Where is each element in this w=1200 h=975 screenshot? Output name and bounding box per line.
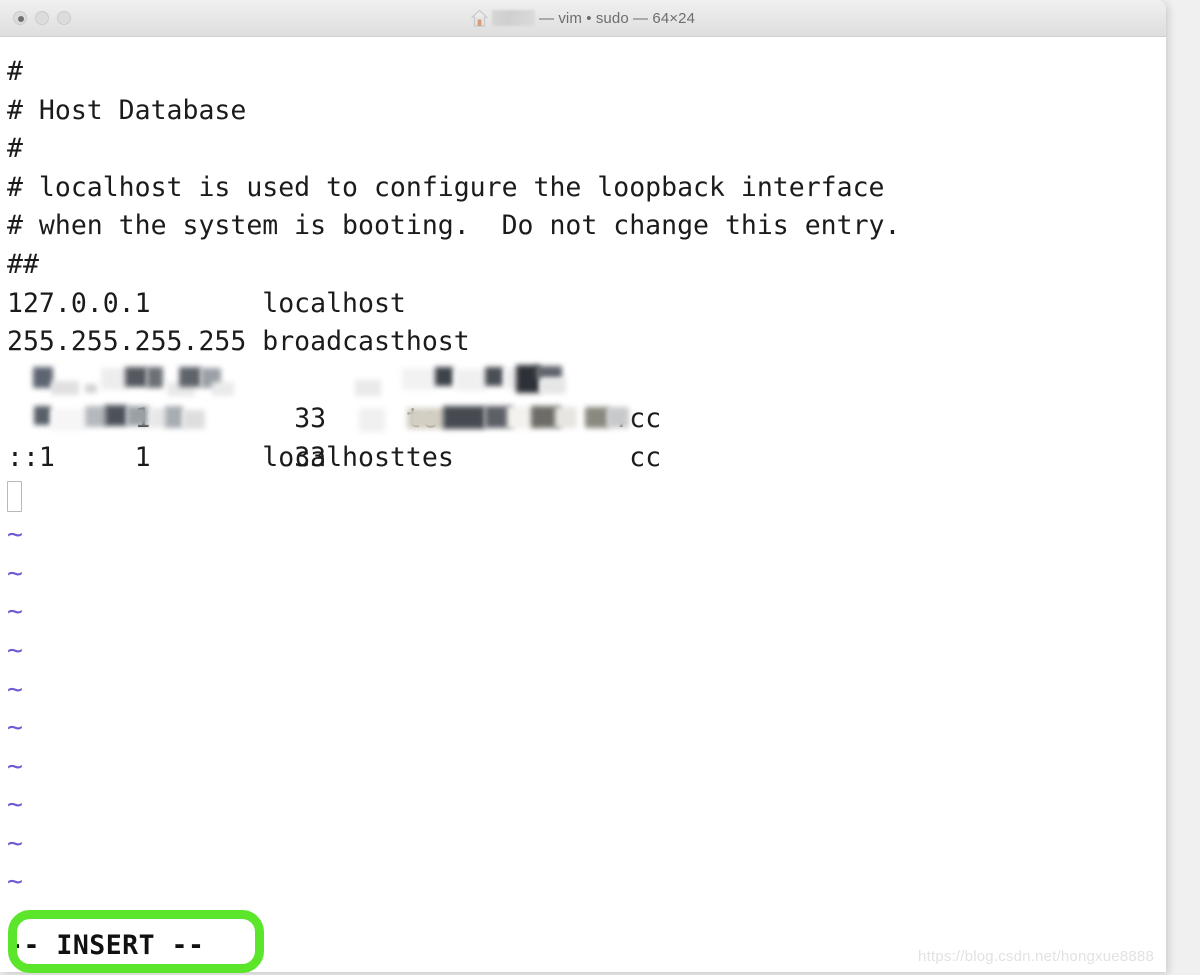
redaction-mask (585, 407, 609, 429)
redaction-mask (555, 407, 577, 429)
close-button[interactable] (13, 11, 27, 25)
terminal-window: — vim • sudo — 64×24 # # Host Database #… (0, 0, 1166, 972)
redacted-host-suffix: cc (629, 441, 662, 473)
block-cursor (7, 480, 22, 512)
minimize-button[interactable] (35, 11, 49, 25)
traffic-light-group (13, 0, 71, 36)
zoom-button[interactable] (57, 11, 71, 25)
editor-line: # Host Database (7, 94, 247, 126)
cursor-line (7, 478, 1166, 517)
redacted-ip-suffix: 33 (294, 441, 327, 473)
redaction-mask (435, 366, 453, 386)
editor-line: # (7, 56, 23, 87)
empty-line-marker: ~ (7, 827, 23, 859)
home-icon (470, 9, 488, 28)
redaction-mask (355, 379, 381, 396)
redaction-mask (540, 377, 566, 394)
redaction-mask (127, 406, 149, 427)
redaction-mask (105, 405, 127, 427)
redaction-mask (101, 367, 127, 390)
redaction-mask (455, 368, 485, 391)
window-title-text: — vim • sudo — 64×24 (538, 9, 696, 27)
editor-line: # localhost is used to configure the loo… (7, 171, 885, 203)
redacted-host-prefix: tes (405, 441, 454, 473)
csdn-watermark: https://blog.csdn.net/hongxue8888 (918, 948, 1154, 965)
redaction-mask (443, 406, 485, 430)
empty-line-marker: ~ (7, 750, 23, 782)
editor-line-redacted: 1_________33_____te___________.cc (7, 362, 1166, 434)
redaction-mask (85, 383, 97, 393)
empty-line-marker: ~ (7, 789, 23, 821)
redaction-mask (212, 381, 234, 396)
editor-line: # when the system is booting. Do not cha… (7, 210, 901, 242)
redaction-mask (402, 367, 436, 390)
insert-mode-indicator: -- INSERT -- (7, 930, 205, 962)
redaction-mask (51, 409, 85, 432)
redaction-mask (85, 406, 107, 428)
redaction-mask (407, 408, 445, 430)
empty-line-marker: ~ (7, 596, 23, 628)
redacted-ip-prefix: 1 (134, 441, 151, 473)
empty-line-marker: ~ (7, 519, 23, 551)
terminal-content-area[interactable]: # # Host Database # # localhost is used … (0, 37, 1166, 972)
redaction-mask (125, 366, 147, 387)
empty-line-marker: ~ (7, 557, 23, 589)
empty-line-marker: ~ (7, 673, 23, 705)
editor-line: 255.255.255.255 broadcasthost (7, 326, 470, 358)
redaction-mask (165, 406, 183, 429)
empty-line-marker: ~ (7, 634, 23, 666)
empty-line-marker: ~ (7, 712, 23, 744)
window-titlebar[interactable]: — vim • sudo — 64×24 (0, 0, 1166, 37)
redaction-mask (607, 407, 629, 429)
empty-line-marker: ~ (7, 866, 23, 898)
redaction-mask (51, 380, 79, 395)
redaction-mask (536, 365, 562, 379)
redaction-mask (179, 366, 201, 387)
redaction-mask (359, 408, 385, 433)
editor-line: ## (7, 248, 39, 280)
redaction-mask (147, 366, 163, 388)
redacted-hostname-block (491, 10, 535, 26)
redaction-mask (34, 406, 51, 426)
desktop-background: — vim • sudo — 64×24 # # Host Database #… (0, 0, 1200, 975)
window-title: — vim • sudo — 64×24 (0, 9, 1166, 28)
redaction-mask (485, 366, 503, 386)
editor-line-redacted: 1_________33_____tes___________cc (7, 400, 1166, 473)
editor-line: 127.0.0.1 localhost (7, 287, 406, 319)
redaction-mask (183, 410, 205, 430)
editor-line: # (7, 133, 23, 165)
redaction-mask (33, 366, 53, 388)
